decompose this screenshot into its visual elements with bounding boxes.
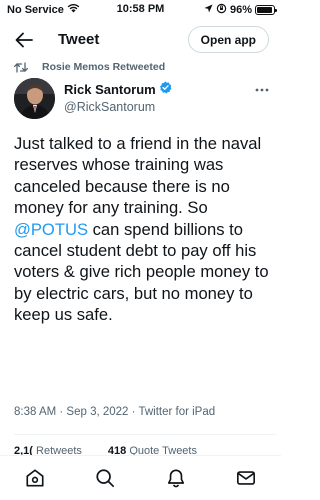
divider [14,434,276,435]
tweet-stats: 2,1( Retweets 418 Quote Tweets [14,445,197,455]
home-icon [26,469,44,487]
retweet-label[interactable]: Rosie Memos Retweeted [42,61,165,73]
retweets-count: 2,1( [14,445,33,455]
retweets-label: Retweets [36,445,82,455]
retweet-icon [14,61,42,73]
tweet-author: Rick Santorum @RickSantorum [14,78,274,120]
tab-home[interactable] [21,464,49,492]
retweet-context: Rosie Memos Retweeted [14,61,165,73]
verified-badge-icon [159,81,172,97]
tab-messages[interactable] [232,464,260,492]
author-name[interactable]: Rick Santorum [64,81,172,97]
rotation-lock-icon [216,3,227,17]
tab-notifications[interactable] [162,464,190,492]
retweets-stat[interactable]: 2,1( Retweets [14,445,82,455]
bottom-tab-bar [0,455,281,500]
author-name-text: Rick Santorum [64,81,156,97]
messages-mail-icon [236,471,255,485]
arrow-left-icon [15,32,33,48]
open-app-button[interactable]: Open app [187,26,269,53]
author-handle[interactable]: @RickSantorum [64,100,155,114]
tweet-text-part-1: Just talked to a friend in the naval res… [14,134,262,218]
location-arrow-icon [204,4,213,16]
tab-search[interactable] [91,464,119,492]
notifications-bell-icon [167,469,184,488]
tweet-timestamp[interactable]: 8:38 AM · Sep 3, 2022 · Twitter for iPad [14,406,215,418]
quotes-count: 418 [107,445,127,455]
status-bar: No Service 10:58 PM 96% [0,0,281,20]
battery-level [257,7,272,13]
more-options-button[interactable] [252,82,272,98]
tweet-text: Just talked to a friend in the naval res… [14,133,276,326]
page-title: Tweet [58,31,100,48]
back-button[interactable] [12,28,36,52]
mention-link[interactable]: @POTUS [14,220,88,239]
more-dots-icon [255,88,269,92]
top-navigation: Tweet Open app [0,24,281,56]
quotes-label: Quote Tweets [129,445,197,455]
avatar[interactable] [14,78,55,119]
battery-percent: 96% [229,4,252,16]
search-icon [96,469,115,488]
status-indicators: 96% [204,3,277,17]
battery-icon [255,5,277,15]
quotes-stat[interactable]: 418 Quote Tweets [108,445,197,455]
